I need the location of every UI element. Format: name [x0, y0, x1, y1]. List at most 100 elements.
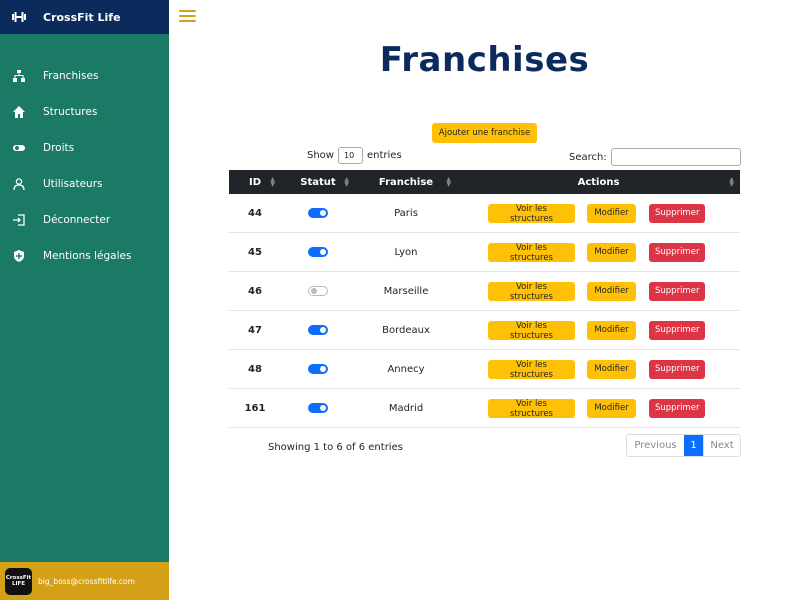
header-label: Franchise [378, 176, 434, 188]
table-info: Showing 1 to 6 of 6 entries [268, 442, 403, 453]
house-icon [13, 106, 25, 118]
delete-button[interactable]: Supprimer [649, 359, 705, 379]
cell-status [281, 208, 355, 218]
delete-button[interactable]: Supprimer [649, 242, 705, 262]
table-row: 48 Annecy Voir les structures Modifier S… [229, 350, 740, 389]
next-page-button[interactable]: Next [703, 435, 740, 456]
status-toggle[interactable] [308, 364, 328, 374]
brand-bar[interactable]: CrossFit Life [0, 0, 169, 34]
delete-button[interactable]: Supprimer [649, 203, 705, 223]
sidebar-item-structures[interactable]: Structures [0, 94, 169, 130]
toggle-icon [13, 142, 25, 154]
sidebar-item-label: Déconnecter [43, 214, 111, 226]
edit-button[interactable]: Modifier [587, 320, 636, 340]
status-toggle[interactable] [308, 247, 328, 257]
header-label: ID [248, 176, 262, 188]
sidebar-item-franchises[interactable]: Franchises [0, 58, 169, 94]
sidebar-item-droits[interactable]: Droits [0, 130, 169, 166]
view-structures-button[interactable]: Voir les structures [488, 320, 575, 341]
entries-select[interactable]: 10 [337, 147, 363, 164]
header-status[interactable]: Statut ▲ ▼ [281, 170, 355, 194]
header-franchise[interactable]: Franchise ▲ ▼ [355, 170, 457, 194]
sort-icon: ▲ ▼ [270, 176, 275, 188]
view-structures-button[interactable]: Voir les structures [488, 242, 575, 263]
view-structures-button[interactable]: Voir les structures [488, 359, 575, 380]
cell-status [281, 364, 355, 374]
search-input[interactable] [610, 148, 741, 166]
table-body: 44 Paris Voir les structures Modifier Su… [229, 194, 740, 428]
cell-actions: Voir les structures Modifier Supprimer [457, 242, 740, 263]
sidebar-nav: Franchises Structures Droits Utilisateur… [0, 58, 169, 274]
cell-actions: Voir les structures Modifier Supprimer [457, 359, 740, 380]
add-franchise-button[interactable]: Ajouter une franchise [432, 123, 537, 143]
entries-value: 10 [343, 151, 355, 160]
search-control: Search: [569, 148, 741, 166]
delete-button[interactable]: Supprimer [649, 320, 705, 340]
cell-franchise: Paris [394, 207, 418, 219]
cell-status [281, 325, 355, 335]
cell-status [281, 286, 355, 296]
cell-actions: Voir les structures Modifier Supprimer [457, 203, 740, 224]
sidebar: CrossFit Life Franchises Structures Droi… [0, 0, 169, 600]
previous-page-button[interactable]: Previous [627, 435, 684, 456]
sidebar-item-utilisateurs[interactable]: Utilisateurs [0, 166, 169, 202]
status-toggle[interactable] [308, 208, 328, 218]
edit-button[interactable]: Modifier [587, 203, 636, 223]
edit-button[interactable]: Modifier [587, 398, 636, 418]
status-toggle[interactable] [308, 286, 328, 296]
view-structures-button[interactable]: Voir les structures [488, 281, 575, 302]
sidebar-item-label: Structures [43, 106, 98, 118]
cell-franchise: Bordeaux [382, 324, 430, 336]
table-row: 46 Marseille Voir les structures Modifie… [229, 272, 740, 311]
sidebar-item-mentions-legales[interactable]: Mentions légales [0, 238, 169, 274]
user-bar[interactable]: CrossFit LIFE big_boss@crossfitlife.com [0, 562, 169, 600]
cell-franchise: Madrid [388, 402, 424, 414]
cell-actions: Voir les structures Modifier Supprimer [457, 320, 740, 341]
status-toggle[interactable] [308, 403, 328, 413]
shield-icon [13, 250, 25, 262]
view-structures-button[interactable]: Voir les structures [488, 398, 575, 419]
header-label: Statut [300, 176, 336, 188]
sidebar-item-label: Droits [43, 142, 75, 154]
search-label: Search: [569, 151, 607, 163]
edit-button[interactable]: Modifier [587, 281, 636, 301]
cell-actions: Voir les structures Modifier Supprimer [457, 398, 740, 419]
avatar-subtext: LIFE [11, 581, 26, 587]
hamburger-menu-icon[interactable] [179, 10, 196, 24]
cell-franchise: Annecy [387, 363, 425, 375]
user-icon [13, 178, 25, 190]
dumbbell-icon [12, 12, 26, 22]
view-structures-button[interactable]: Voir les structures [488, 203, 575, 224]
cell-franchise: Lyon [394, 246, 418, 258]
status-toggle[interactable] [308, 325, 328, 335]
sort-icon: ▲ ▼ [446, 176, 451, 188]
cell-status [281, 403, 355, 413]
cell-id: 48 [248, 363, 262, 375]
logout-icon [13, 214, 25, 226]
sort-icon: ▲ ▼ [344, 176, 349, 188]
entries-label: entries [366, 150, 402, 161]
header-actions[interactable]: Actions ▲ ▼ [457, 170, 740, 194]
edit-button[interactable]: Modifier [587, 359, 636, 379]
cell-actions: Voir les structures Modifier Supprimer [457, 281, 740, 302]
entries-length-control: Show 10 entries [307, 147, 402, 164]
avatar: CrossFit LIFE [5, 567, 32, 595]
header-label: Actions [577, 176, 620, 188]
page-1-button[interactable]: 1 [684, 435, 703, 456]
sitemap-icon [13, 70, 25, 82]
show-label: Show [307, 150, 334, 161]
cell-id: 46 [248, 285, 262, 297]
table-row: 45 Lyon Voir les structures Modifier Sup… [229, 233, 740, 272]
header-id[interactable]: ID ▲ ▼ [229, 170, 281, 194]
table-row: 161 Madrid Voir les structures Modifier … [229, 389, 740, 428]
delete-button[interactable]: Supprimer [649, 398, 705, 418]
franchises-table: ID ▲ ▼ Statut ▲ ▼ Franchise ▲ ▼ Actions ▲ ▼ 44 P… [229, 170, 740, 428]
sidebar-item-deconnecter[interactable]: Déconnecter [0, 202, 169, 238]
edit-button[interactable]: Modifier [587, 242, 636, 262]
cell-id: 47 [248, 324, 262, 336]
table-row: 47 Bordeaux Voir les structures Modifier… [229, 311, 740, 350]
table-header: ID ▲ ▼ Statut ▲ ▼ Franchise ▲ ▼ Actions ▲ ▼ [229, 170, 740, 194]
delete-button[interactable]: Supprimer [649, 281, 705, 301]
brand-name: CrossFit Life [43, 10, 121, 24]
cell-status [281, 247, 355, 257]
